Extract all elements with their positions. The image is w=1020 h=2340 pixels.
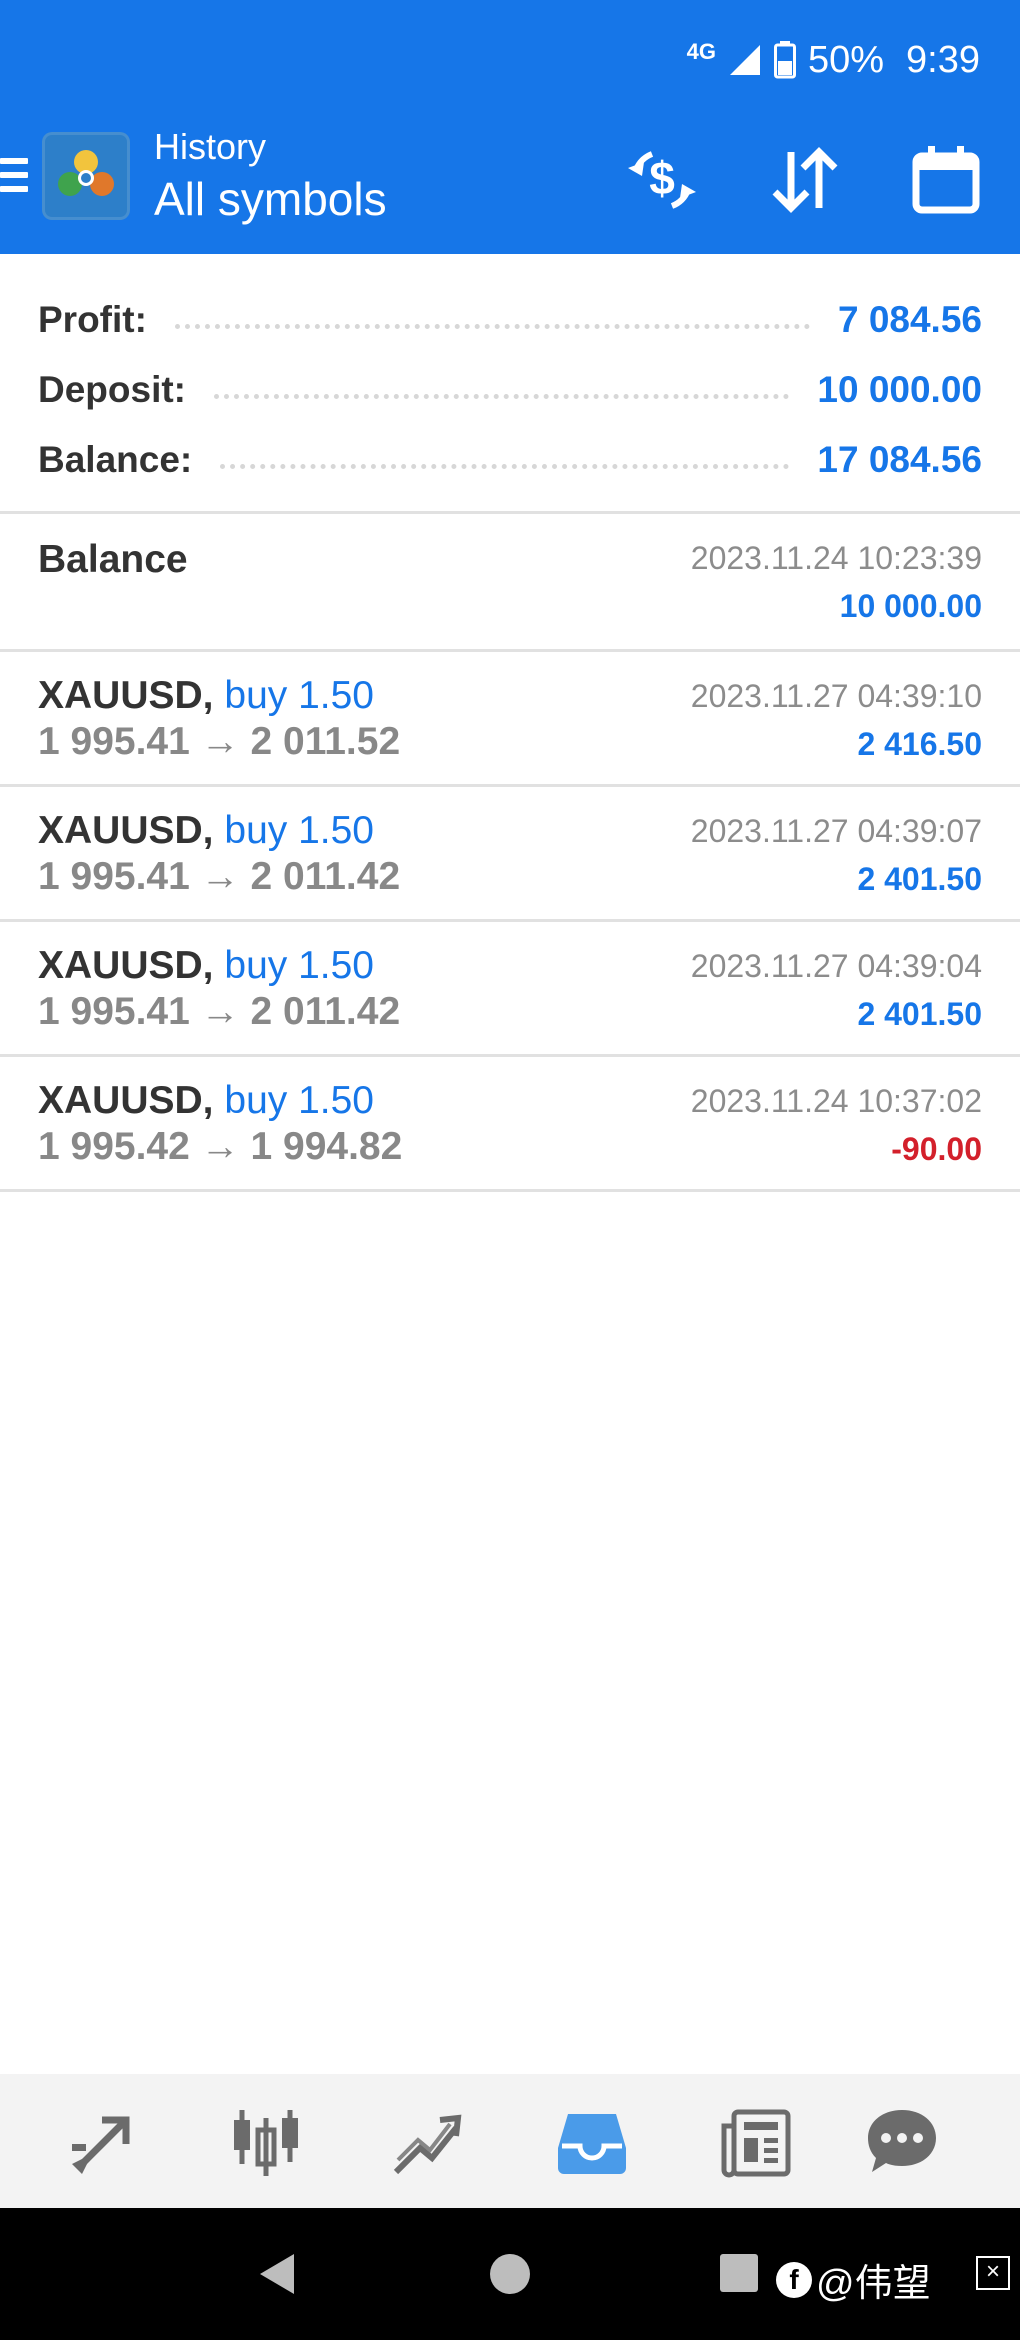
profit-row: Profit: 7 084.56 <box>0 285 1020 355</box>
dotted-leader <box>174 323 810 329</box>
deal-prices: 1 995.41 → 2 011.42 <box>38 855 401 898</box>
dotted-leader <box>214 393 790 399</box>
app-bar: History All symbols $ <box>0 120 1020 240</box>
deal-symbol: XAUUSD, <box>38 674 214 717</box>
deal-prices: 1 995.41 → 2 011.52 <box>38 720 401 763</box>
deal-time: 2023.11.27 04:39:07 <box>690 813 982 849</box>
balance-entry-time: 2023.11.24 10:23:39 <box>690 540 982 576</box>
facebook-icon: f <box>776 2261 812 2298</box>
deal-time: 2023.11.27 04:39:10 <box>690 678 982 714</box>
deal-symbol: XAUUSD, <box>38 1079 214 1122</box>
system-navigation-bar: f @伟望 × <box>0 2208 1020 2340</box>
battery-percent: 50% <box>807 38 885 81</box>
app-logo <box>42 132 130 220</box>
deal-symbol: XAUUSD, <box>38 809 214 852</box>
balance-entry[interactable]: Balance 2023.11.24 10:23:39 10 000.00 <box>0 514 1020 646</box>
deal-title: XAUUSD, buy 1.50 <box>38 674 374 718</box>
messages-icon[interactable] <box>864 2104 940 2180</box>
deal-prices: 1 995.42 → 1 994.82 <box>38 1125 403 1168</box>
deal-prices: 1 995.41 → 2 011.42 <box>38 990 401 1033</box>
deposit-value: 10 000.00 <box>817 369 982 410</box>
deal-profit: 2 401.50 <box>857 996 982 1032</box>
summary-panel: Profit: 7 084.56 Deposit: 10 000.00 Bala… <box>0 285 1020 495</box>
deal-row[interactable]: XAUUSD, buy 1.50 1 995.42 → 1 994.82 202… <box>0 1057 1020 1189</box>
deal-type: buy 1.50 <box>224 1079 374 1122</box>
header-title[interactable]: All symbols <box>154 172 387 226</box>
balance-entry-amount: 10 000.00 <box>839 588 982 624</box>
status-bar: 4G 50% 9:39 <box>687 30 980 90</box>
deal-profit: 2 416.50 <box>857 726 982 762</box>
menu-icon[interactable] <box>0 158 28 198</box>
balance-value: 17 084.56 <box>817 439 982 480</box>
balance-label: Balance: <box>38 439 193 480</box>
network-type: 4G <box>686 39 716 64</box>
deal-type: buy 1.50 <box>224 674 374 717</box>
trade-icon[interactable] <box>390 2104 466 2180</box>
dotted-leader <box>220 463 790 469</box>
divider <box>0 1189 1020 1192</box>
header-subtitle: History <box>154 126 267 167</box>
deal-profit: -90.00 <box>891 1131 982 1167</box>
home-icon[interactable] <box>490 2254 530 2294</box>
balance-row: Balance: 17 084.56 <box>0 425 1020 495</box>
recent-apps-icon[interactable] <box>720 2254 758 2292</box>
top-bar: 4G 50% 9:39 History All symbols $ <box>0 0 1020 254</box>
svg-text:$: $ <box>649 152 675 204</box>
calendar-icon[interactable] <box>906 140 986 220</box>
back-icon[interactable] <box>256 2252 296 2296</box>
deal-row[interactable]: XAUUSD, buy 1.50 1 995.41 → 2 011.52 202… <box>0 652 1020 784</box>
news-icon[interactable] <box>718 2104 794 2180</box>
deposit-label: Deposit: <box>38 369 186 410</box>
battery-icon <box>773 41 796 79</box>
deal-profit: 2 401.50 <box>857 861 982 897</box>
deal-time: 2023.11.27 04:39:04 <box>690 948 982 984</box>
deal-row[interactable]: XAUUSD, buy 1.50 1 995.41 → 2 011.42 202… <box>0 787 1020 919</box>
profit-value: 7 084.56 <box>837 299 982 340</box>
deposit-row: Deposit: 10 000.00 <box>0 355 1020 425</box>
signal-icon <box>729 45 760 75</box>
deal-symbol: XAUUSD, <box>38 944 214 987</box>
deal-row[interactable]: XAUUSD, buy 1.50 1 995.41 → 2 011.42 202… <box>0 922 1020 1054</box>
close-icon[interactable]: × <box>976 2256 1010 2290</box>
deal-title: XAUUSD, buy 1.50 <box>38 944 374 988</box>
history-icon[interactable] <box>554 2104 630 2180</box>
chart-icon[interactable] <box>228 2104 304 2180</box>
profit-label: Profit: <box>38 299 147 340</box>
quotes-icon[interactable] <box>66 2104 142 2180</box>
clock: 9:39 <box>906 38 980 81</box>
currency-exchange-icon[interactable]: $ <box>622 140 702 220</box>
watermark-text: @伟望 <box>816 2263 931 2305</box>
deal-type: buy 1.50 <box>224 809 374 852</box>
deal-time: 2023.11.24 10:37:02 <box>690 1083 982 1119</box>
deal-title: XAUUSD, buy 1.50 <box>38 1079 374 1123</box>
deal-title: XAUUSD, buy 1.50 <box>38 809 374 853</box>
deal-type: buy 1.50 <box>224 944 374 987</box>
watermark: f @伟望 <box>776 2252 931 2307</box>
sort-icon[interactable] <box>765 140 845 220</box>
bottom-navigation <box>0 2074 1020 2208</box>
balance-entry-label: Balance <box>38 538 188 581</box>
